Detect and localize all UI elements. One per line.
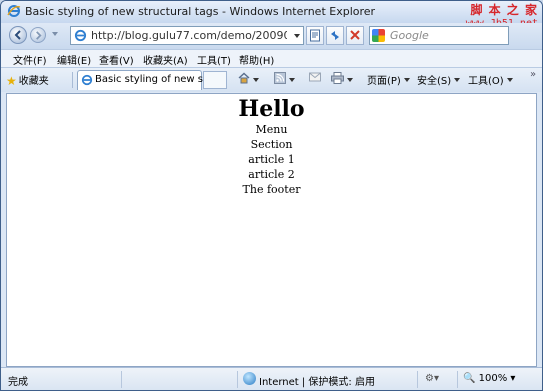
watermark-chinese: 脚 本 之 家 — [470, 3, 538, 17]
address-dropdown-icon[interactable] — [294, 34, 300, 38]
menu-help[interactable]: 帮助(H) — [239, 52, 274, 67]
compatibility-view-button[interactable] — [306, 26, 324, 45]
chevron-down-icon — [506, 78, 513, 82]
rss-feed-icon — [274, 72, 286, 84]
favorites-label: 收藏夹 — [18, 76, 49, 87]
zoom-level: 100% — [478, 373, 508, 384]
address-toolbar: http://blog.gulu77.com/demo/200908/html5… — [1, 23, 542, 49]
forward-button[interactable] — [30, 27, 46, 43]
zoom-magnifier-icon: 🔍 — [463, 373, 476, 384]
internet-globe-icon — [243, 372, 256, 385]
page-menu-button[interactable]: 页面(P) — [367, 72, 410, 87]
forward-arrow-icon — [36, 31, 42, 40]
article-2-text: article 2 — [248, 168, 295, 181]
tab-label: Basic styling of new st... — [95, 74, 217, 85]
menu-tools[interactable]: 工具(T) — [197, 52, 231, 67]
feeds-button[interactable] — [274, 72, 295, 87]
menu-favorites[interactable]: 收藏夹(A) — [143, 52, 188, 67]
menu-view[interactable]: 查看(V) — [99, 52, 134, 67]
zoom-level-button[interactable]: 🔍 100% ▾ — [463, 373, 515, 384]
browser-window: Basic styling of new structural tags - W… — [0, 0, 543, 391]
printer-icon — [331, 72, 344, 84]
new-tab-button[interactable] — [203, 71, 227, 89]
chevron-down-icon — [403, 78, 410, 82]
refresh-button[interactable] — [326, 26, 344, 45]
address-url[interactable]: http://blog.gulu77.com/demo/200908/html5 — [91, 29, 287, 42]
title-bar: Basic styling of new structural tags - W… — [1, 1, 542, 29]
tools-menu-label: 工具(O) — [468, 76, 504, 87]
article-1-text: article 1 — [248, 153, 295, 166]
favorites-tab-bar: ★ 收藏夹 Basic styling of new st... 页面(P) 安全… — [1, 67, 542, 92]
favorites-button[interactable]: ★ 收藏夹 — [6, 72, 49, 88]
status-divider — [417, 371, 418, 388]
menu-edit[interactable]: 编辑(E) — [57, 52, 91, 67]
menu-file[interactable]: 文件(F) — [13, 52, 47, 67]
menu-bar: 文件(F) 编辑(E) 查看(V) 收藏夹(A) 工具(T) 帮助(H) — [1, 49, 542, 68]
menu-text: Menu — [255, 123, 288, 136]
window-title: Basic styling of new structural tags - W… — [25, 5, 376, 18]
search-placeholder: Google — [390, 29, 429, 42]
search-input[interactable]: Google — [369, 26, 509, 45]
mail-envelope-icon — [309, 72, 321, 82]
security-zone[interactable]: Internet | 保护模式: 启用 — [259, 373, 375, 388]
section-text: Section — [250, 138, 293, 151]
home-button[interactable] — [238, 72, 259, 87]
toolbar-overflow-chevron-icon[interactable]: » — [530, 69, 536, 80]
page-content: Hello Menu Section article 1 article 2 T… — [6, 93, 537, 367]
tab-ie-icon — [81, 74, 93, 86]
status-divider — [237, 371, 238, 388]
back-arrow-icon — [14, 30, 21, 40]
print-button[interactable] — [331, 72, 353, 87]
stop-x-icon — [350, 30, 360, 40]
favorites-star-icon: ★ — [6, 74, 17, 88]
refresh-icon — [331, 31, 339, 40]
tab-active[interactable]: Basic styling of new st... — [77, 70, 216, 90]
chevron-down-icon — [454, 78, 461, 82]
mail-button[interactable] — [309, 72, 321, 85]
safety-menu-label: 安全(S) — [417, 76, 452, 87]
compatibility-page-icon — [310, 29, 320, 42]
tools-menu-button[interactable]: 工具(O) — [468, 72, 513, 87]
back-button[interactable] — [9, 26, 27, 44]
safety-menu-button[interactable]: 安全(S) — [417, 72, 461, 87]
status-bar: 完成 Internet | 保护模式: 启用 ⚙▾ 🔍 100% ▾ — [1, 367, 542, 390]
popup-blocker-icon[interactable]: ⚙▾ — [425, 373, 439, 384]
ie-logo-icon — [7, 5, 21, 17]
status-divider — [457, 371, 458, 388]
status-divider — [121, 371, 122, 388]
page-menu-label: 页面(P) — [367, 76, 401, 87]
page-ie-icon — [74, 29, 87, 42]
page-heading: Hello — [238, 96, 305, 122]
address-input[interactable]: http://blog.gulu77.com/demo/200908/html5 — [70, 26, 304, 45]
status-text: 完成 — [8, 377, 28, 388]
google-logo-icon — [372, 29, 385, 42]
footer-text: The footer — [242, 183, 301, 196]
recent-pages-dropdown-icon[interactable] — [52, 32, 58, 36]
home-icon — [238, 72, 250, 84]
stop-button[interactable] — [346, 26, 364, 45]
toolbar-divider — [72, 72, 73, 88]
